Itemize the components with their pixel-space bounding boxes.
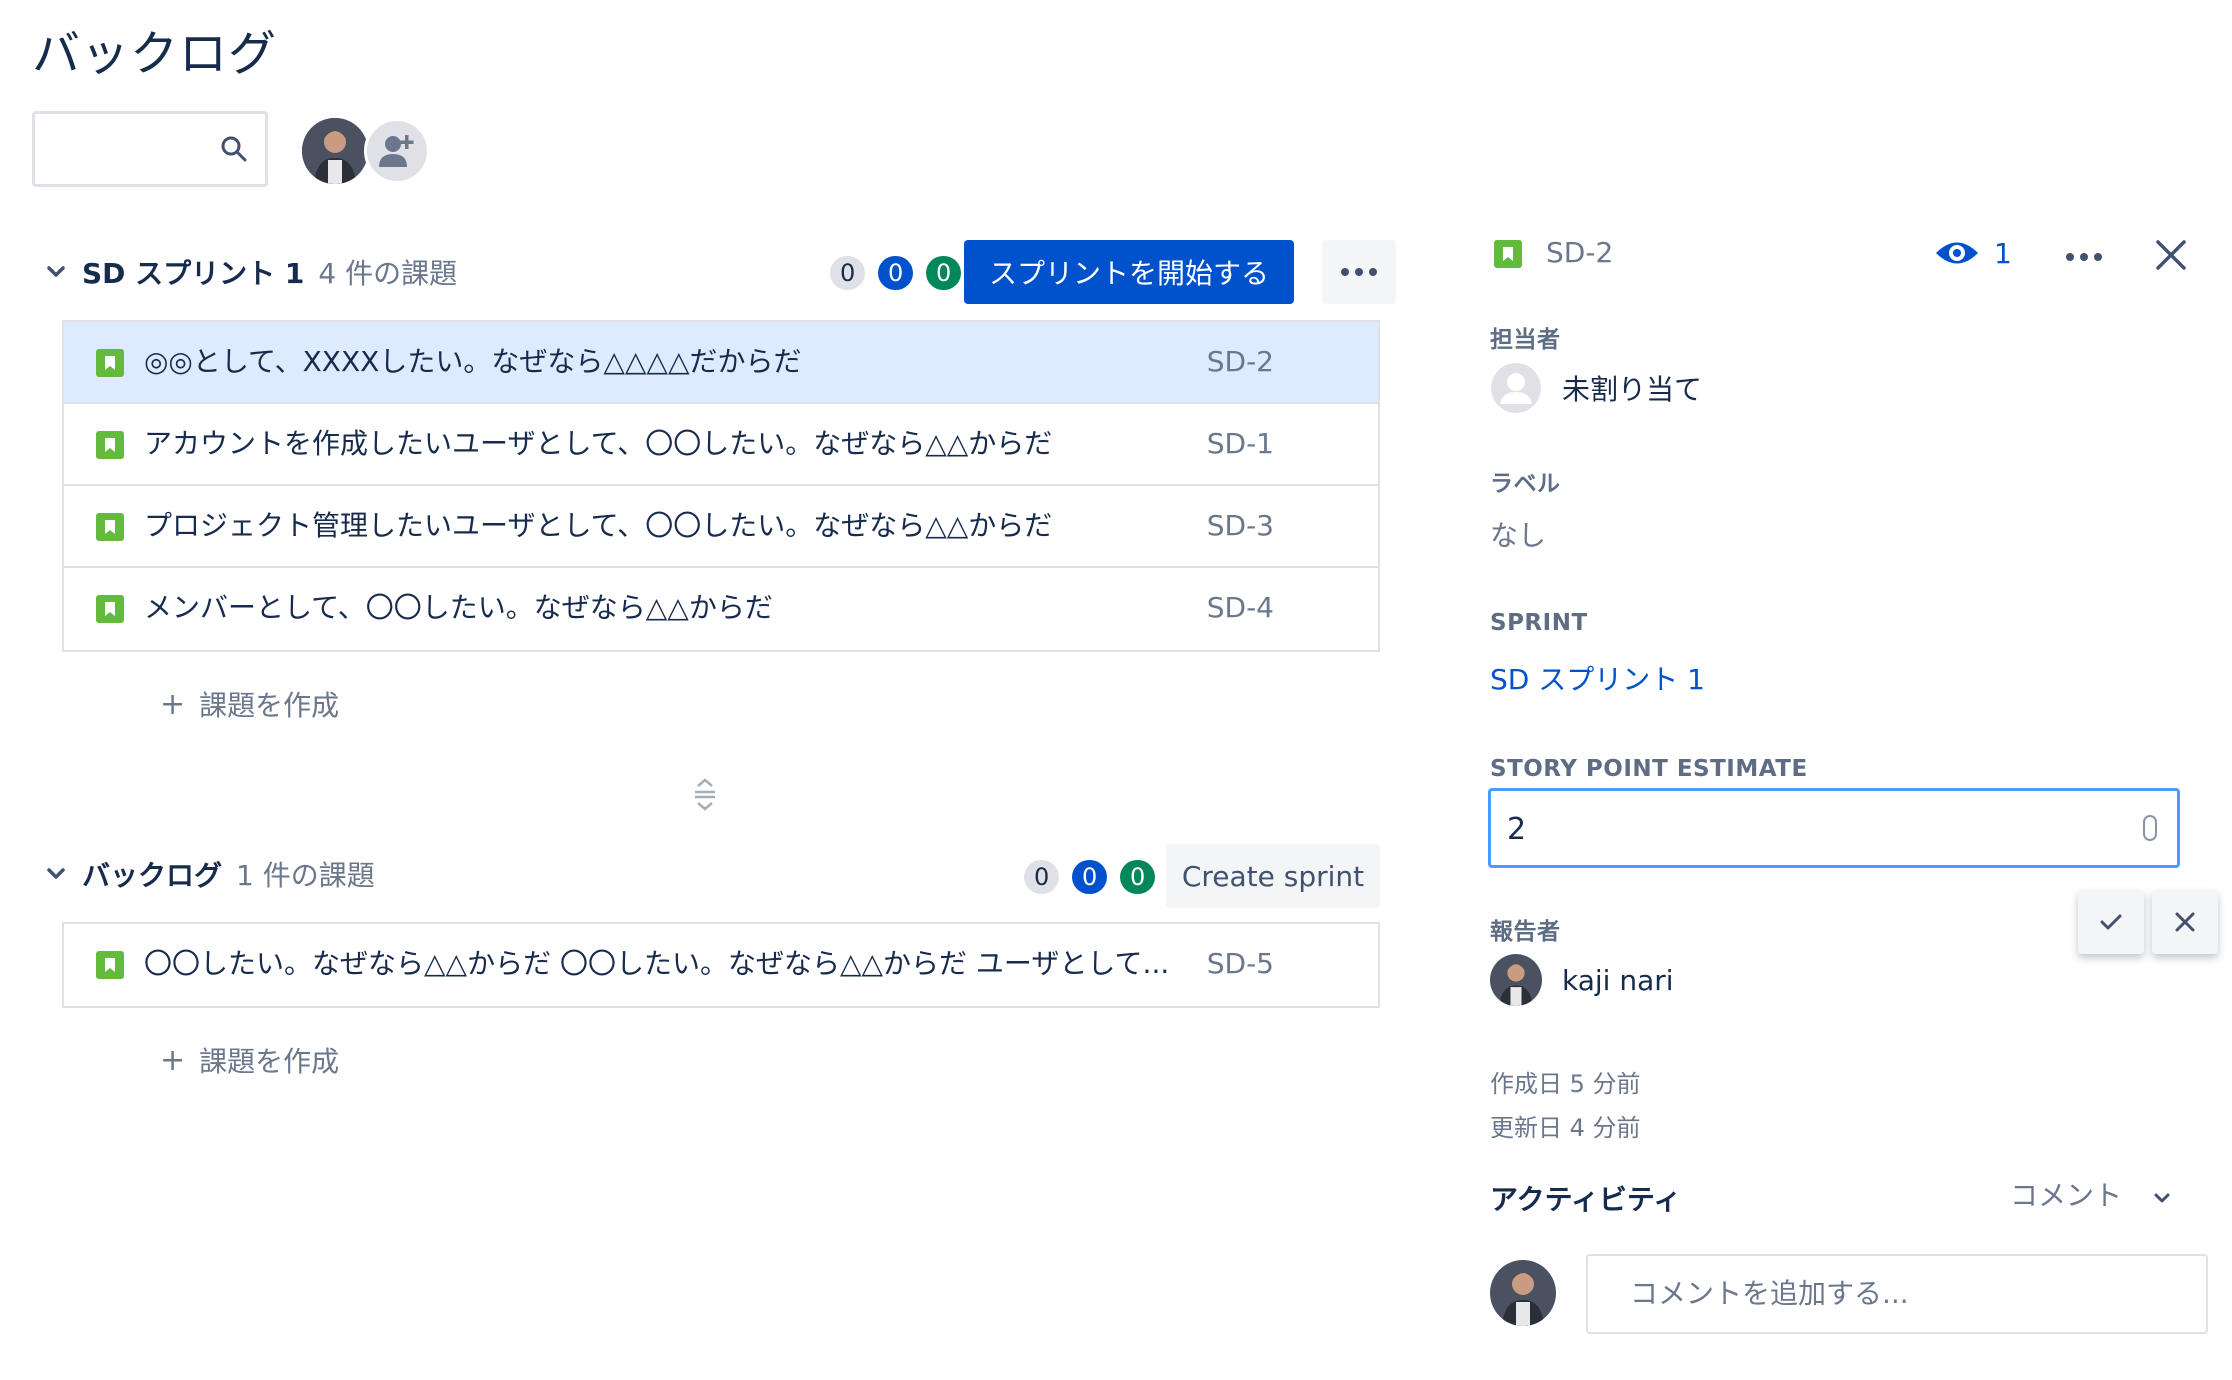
assignee-field[interactable]: 未割り当て (1490, 362, 1702, 414)
unassigned-avatar-icon (1491, 363, 1541, 413)
labels-value[interactable]: なし (1490, 514, 1546, 554)
search-field[interactable] (47, 124, 211, 176)
reporter-field[interactable]: kaji nari (1490, 954, 1674, 1006)
reporter-label: 報告者 (1490, 919, 1561, 945)
search-icon (221, 136, 247, 162)
sprint-issue-count: 4 件の課題 (318, 257, 458, 290)
activity-filter-dropdown[interactable]: コメント (2010, 1174, 2174, 1214)
chevron-down-icon[interactable] (44, 862, 68, 886)
issue-row[interactable]: プロジェクト管理したいユーザとして、〇〇したい。なぜなら△△からだ SD-3 (64, 486, 1378, 568)
labels-label: ラベル (1490, 471, 1561, 497)
issue-summary: メンバーとして、〇〇したい。なぜなら△△からだ (144, 591, 773, 624)
story-point-field[interactable] (1505, 799, 2109, 859)
more-icon (2066, 253, 2102, 261)
more-icon (1341, 268, 1377, 276)
issue-key[interactable]: SD-3 (1207, 486, 1274, 566)
sprint-header[interactable]: SD スプリント 1 4 件の課題 (44, 240, 457, 304)
add-people-button[interactable] (364, 118, 430, 184)
story-icon (96, 431, 124, 459)
activity-filter-value: コメント (2010, 1179, 2123, 1212)
avatar[interactable] (302, 118, 368, 184)
reporter-value: kaji nari (1562, 963, 1674, 997)
backlog-header[interactable]: バックログ 1 件の課題 (44, 842, 375, 906)
avatar (1490, 1260, 1556, 1326)
comment-input[interactable]: コメントを追加する... (1586, 1254, 2208, 1334)
page-title: バックログ (32, 26, 278, 82)
start-sprint-button[interactable]: スプリントを開始する (964, 240, 1294, 304)
chevron-down-icon (2154, 1193, 2170, 1203)
updated-date: 更新日 4 分前 (1490, 1114, 1641, 1142)
eye-icon (1936, 242, 1978, 264)
sprint-name: SD スプリント 1 (82, 257, 305, 290)
status-badge-done: 0 (926, 256, 962, 290)
story-icon (96, 951, 124, 979)
backlog-issue-list: 〇〇したい。なぜなら△△からだ 〇〇したい。なぜなら△△からだ ユーザとして..… (62, 922, 1380, 1008)
create-issue-button[interactable]: + 課題を作成 (160, 684, 339, 724)
create-issue-button[interactable]: + 課題を作成 (160, 1040, 339, 1080)
story-icon (1494, 240, 1522, 268)
detail-more-button[interactable] (2064, 248, 2104, 267)
issue-key[interactable]: SD-2 (1207, 322, 1274, 402)
close-icon (2175, 912, 2195, 932)
plus-icon: + (160, 1042, 186, 1078)
issue-row[interactable]: 〇〇したい。なぜなら△△からだ 〇〇したい。なぜなら△△からだ ユーザとして..… (64, 924, 1378, 1006)
confirm-button[interactable] (2078, 890, 2144, 954)
user-photo-icon (302, 118, 368, 184)
chevron-down-icon[interactable] (44, 260, 68, 284)
backlog-name: バックログ (82, 859, 223, 892)
created-date: 作成日 5 分前 (1490, 1070, 1641, 1098)
issue-summary: アカウントを作成したいユーザとして、〇〇したい。なぜなら△△からだ (144, 427, 1053, 460)
create-sprint-button[interactable]: Create sprint (1166, 844, 1380, 908)
check-icon (2100, 914, 2122, 930)
sprint-link[interactable]: SD スプリント 1 (1490, 658, 1705, 698)
status-badge-in-progress: 0 (878, 256, 914, 290)
activity-heading: アクティビティ (1490, 1183, 1682, 1216)
avatar (1490, 954, 1542, 1006)
story-icon (96, 513, 124, 541)
issue-row[interactable]: ◎◎として、XXXXしたい。なぜなら△△△△だからだ SD-2 (64, 322, 1378, 404)
resize-handle-icon[interactable] (690, 776, 720, 812)
close-panel-button[interactable] (2154, 238, 2188, 276)
assignee-label: 担当者 (1490, 327, 1561, 353)
issue-summary: プロジェクト管理したいユーザとして、〇〇したい。なぜなら△△からだ (144, 509, 1053, 542)
issue-summary: ◎◎として、XXXXしたい。なぜなら△△△△だからだ (144, 345, 802, 378)
number-spinner-icon[interactable] (2143, 815, 2157, 841)
sprint-label: SPRINT (1490, 610, 1588, 636)
create-issue-label: 課題を作成 (199, 689, 340, 722)
assignee-value: 未割り当て (1562, 373, 1703, 406)
issue-row[interactable]: アカウントを作成したいユーザとして、〇〇したい。なぜなら△△からだ SD-1 (64, 404, 1378, 486)
detail-issue-key[interactable]: SD-2 (1546, 236, 1613, 269)
issue-summary: 〇〇したい。なぜなら△△からだ 〇〇したい。なぜなら△△からだ ユーザとして..… (144, 947, 1170, 980)
issue-key[interactable]: SD-4 (1207, 568, 1274, 648)
watch-count: 1 (1994, 236, 2012, 270)
story-point-label: STORY POINT ESTIMATE (1490, 756, 1808, 782)
sprint-issue-list: ◎◎として、XXXXしたい。なぜなら△△△△だからだ SD-2 アカウントを作成… (62, 320, 1380, 652)
status-badge-in-progress: 0 (1072, 860, 1108, 894)
issue-key[interactable]: SD-1 (1207, 404, 1274, 484)
create-issue-label: 課題を作成 (199, 1045, 340, 1078)
add-user-icon (379, 135, 414, 167)
story-icon (96, 349, 124, 377)
issue-key[interactable]: SD-5 (1207, 924, 1274, 1004)
sprint-more-button[interactable] (1322, 240, 1396, 304)
status-badge-done: 0 (1120, 860, 1156, 894)
status-badge-todo: 0 (830, 256, 866, 290)
search-input[interactable] (32, 111, 268, 187)
story-icon (96, 595, 124, 623)
status-badge-todo: 0 (1024, 860, 1060, 894)
issue-row[interactable]: メンバーとして、〇〇したい。なぜなら△△からだ SD-4 (64, 568, 1378, 650)
close-icon (2156, 240, 2186, 270)
plus-icon: + (160, 686, 186, 722)
backlog-issue-count: 1 件の課題 (236, 859, 375, 892)
cancel-button[interactable] (2152, 890, 2218, 954)
watch-button[interactable]: 1 (1934, 236, 2012, 270)
story-point-input[interactable] (1488, 788, 2180, 868)
